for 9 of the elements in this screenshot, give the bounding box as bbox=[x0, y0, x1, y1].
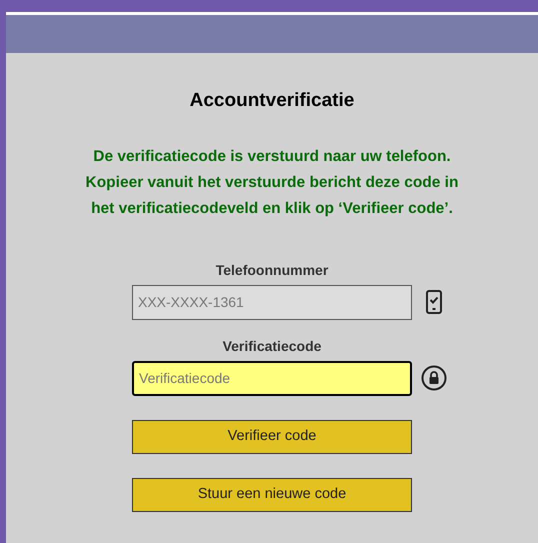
field-label: Telefoonnummer bbox=[216, 260, 328, 280]
field-label: Verificatiecode bbox=[222, 336, 322, 356]
action-button[interactable]: Verifieer code bbox=[132, 420, 412, 454]
info-message: De verificatiecode is verstuurd naar uw telefoon. Kopieer vanuit het verstuurde bericht deze code in het verificatiecodeveld en klik op ‘Verifieer code’. bbox=[84, 146, 460, 218]
lock-icon bbox=[421, 365, 447, 391]
action-button[interactable]: Stuur een nieuwe code bbox=[132, 478, 412, 512]
dialog-title: Accountverificatie bbox=[190, 89, 354, 113]
phone-check-icon bbox=[425, 289, 443, 315]
code-field[interactable]: Verificatiecode bbox=[132, 360, 412, 396]
